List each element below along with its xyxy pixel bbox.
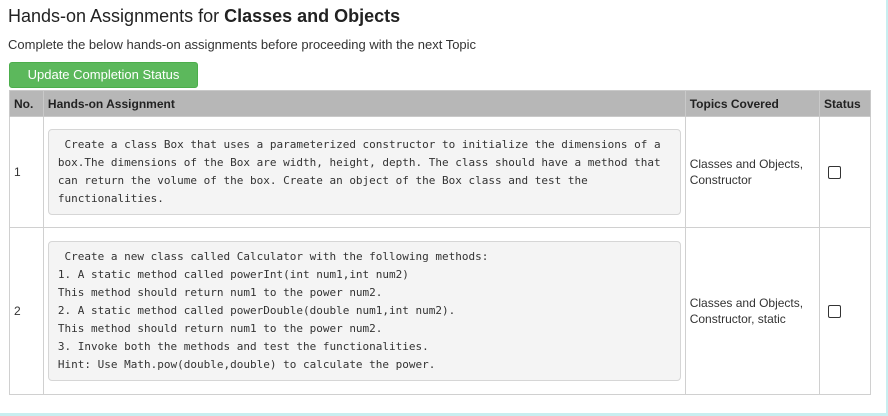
title-topic: Classes and Objects (224, 6, 401, 26)
assignment-text: Create a class Box that uses a parameter… (47, 129, 681, 215)
page: Hands-on Assignments for Classes and Obj… (0, 0, 888, 416)
table-header-row: No. Hands-on Assignment Topics Covered S… (9, 90, 871, 117)
title-prefix: Hands-on Assignments for (8, 6, 225, 26)
row-number: 2 (9, 227, 44, 395)
page-title: Hands-on Assignments for Classes and Obj… (8, 4, 400, 28)
topics-cell: Classes and Objects, Constructor, static (684, 227, 821, 395)
header-status: Status (819, 90, 871, 117)
assignment-cell: Create a class Box that uses a parameter… (42, 116, 686, 228)
assignments-table: No. Hands-on Assignment Topics Covered S… (9, 90, 871, 395)
row-number: 1 (9, 116, 44, 228)
status-checkbox[interactable] (828, 305, 842, 319)
topics-cell: Classes and Objects, Constructor (684, 116, 821, 228)
table-row: 1 Create a class Box that uses a paramet… (9, 116, 871, 228)
assignment-cell: Create a new class called Calculator wit… (42, 227, 686, 395)
table-row: 2 Create a new class called Calculator w… (9, 227, 871, 395)
assignment-text: Create a new class called Calculator wit… (47, 241, 681, 381)
update-completion-status-button[interactable]: Update Completion Status (9, 62, 198, 88)
header-no: No. (9, 90, 44, 117)
status-cell (819, 227, 871, 395)
header-assignment: Hands-on Assignment (42, 90, 686, 117)
status-cell (819, 116, 871, 228)
status-checkbox[interactable] (828, 166, 842, 180)
page-subtitle: Complete the below hands-on assignments … (8, 37, 477, 52)
header-topics: Topics Covered (684, 90, 821, 117)
